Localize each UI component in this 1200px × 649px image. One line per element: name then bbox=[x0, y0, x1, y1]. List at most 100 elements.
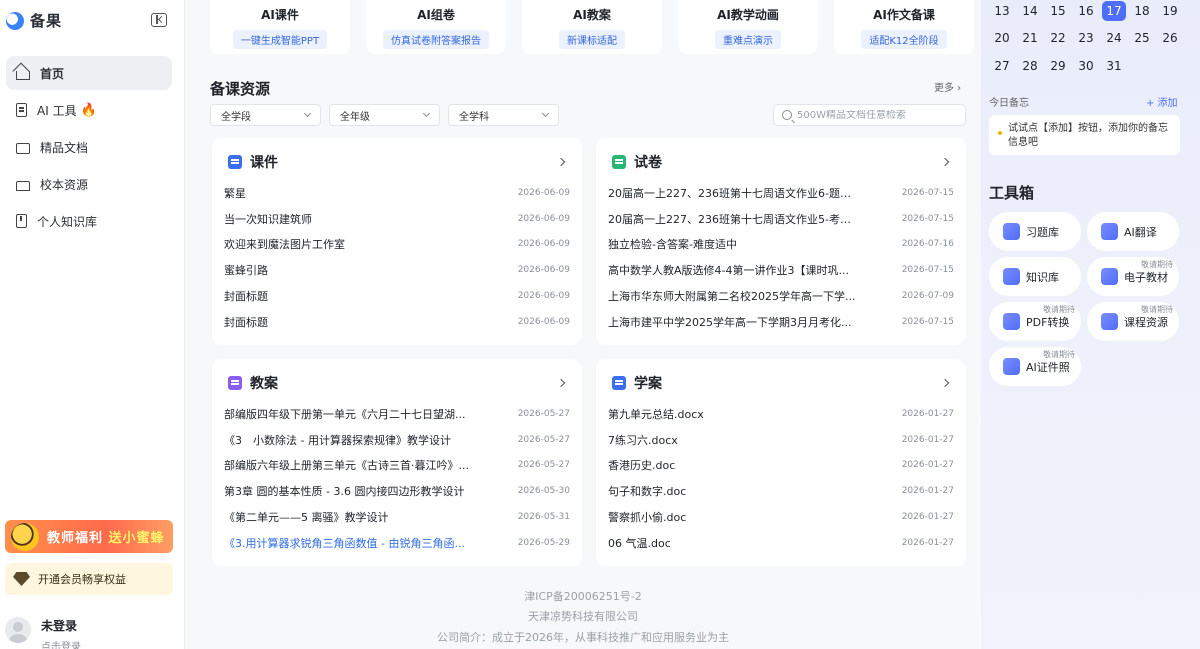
user-login[interactable]: 未登录 点击登录 bbox=[5, 617, 81, 649]
chevron-right-icon[interactable] bbox=[940, 157, 950, 167]
study-guide-icon bbox=[612, 376, 626, 390]
calendar-day[interactable]: 20 bbox=[990, 28, 1014, 48]
calendar-day[interactable]: 30 bbox=[1074, 56, 1098, 76]
tool-ai-translate[interactable]: AI翻译 bbox=[1087, 212, 1179, 251]
tool-question-bank[interactable]: 习题库 bbox=[989, 212, 1081, 251]
tool-ai-id-photo[interactable]: AI证件照 敬请期待 bbox=[989, 347, 1081, 386]
list-item[interactable]: 欢迎来到魔法图片工作室 2026-06-09 bbox=[224, 232, 570, 258]
sidebar: 备果 首页 AI 工具 🔥 精品文档 校本资源 个人知识库 教师福利 送小蜜蜂 bbox=[0, 0, 185, 649]
study-guide-panel: 学案 第九单元总结.docx 2026-01-27 7练习六.docx 2026-0… bbox=[596, 359, 966, 566]
panel-header[interactable]: 试卷 bbox=[608, 152, 954, 172]
login-link[interactable]: 点击登录 bbox=[41, 638, 81, 649]
list-item[interactable]: 蜜蜂引路 2026-06-09 bbox=[224, 257, 570, 283]
calendar-day[interactable]: 21 bbox=[1018, 28, 1042, 48]
teacher-benefit-banner[interactable]: 教师福利 送小蜜蜂 bbox=[5, 520, 173, 553]
list-item[interactable]: 上海市华东师大附属第二名校2025学年高一下学... 2026-07-09 bbox=[608, 283, 954, 309]
sidebar-item-school-resources[interactable]: 校本资源 bbox=[6, 167, 172, 201]
more-link[interactable]: 更多 › bbox=[934, 79, 961, 94]
coming-soon-badge: 敬请期待 bbox=[1141, 305, 1173, 314]
calendar-day bbox=[1130, 56, 1154, 76]
sidebar-nav: 首页 AI 工具 🔥 精品文档 校本资源 个人知识库 bbox=[6, 56, 172, 241]
calendar-day[interactable]: 16 bbox=[1074, 1, 1098, 21]
list-item[interactable]: 繁星 2026-06-09 bbox=[224, 180, 570, 206]
folder-icon bbox=[16, 142, 30, 154]
calendar-day[interactable]: 19 bbox=[1158, 1, 1182, 21]
list-item[interactable]: 7练习六.docx 2026-01-27 bbox=[608, 427, 954, 453]
sidebar-item-label: 个人知识库 bbox=[37, 214, 98, 229]
calendar-day[interactable]: 27 bbox=[990, 56, 1014, 76]
chevron-down-icon bbox=[541, 109, 550, 118]
grade-select[interactable]: 全年级 bbox=[329, 104, 440, 126]
panel-header[interactable]: 课件 bbox=[224, 152, 570, 172]
list-item[interactable]: 《3 小数除法 - 用计算器探索规律》教学设计 2026-05-27 bbox=[224, 427, 570, 453]
avatar bbox=[5, 617, 31, 643]
list-item[interactable]: 20届高一上227、236班第十七周语文作业5-考查... 2026-07-15 bbox=[608, 206, 954, 232]
list-item[interactable]: 封面标题 2026-06-09 bbox=[224, 309, 570, 335]
ai-exam-card[interactable]: AI组卷 仿真试卷附答案报告 bbox=[366, 0, 506, 54]
list-item[interactable]: 封面标题 2026-06-09 bbox=[224, 283, 570, 309]
calendar-week: 13 14 15 16 17 18 19 bbox=[990, 0, 1182, 25]
membership-button[interactable]: 开通会员畅享权益 bbox=[5, 563, 173, 595]
calendar-day[interactable]: 18 bbox=[1130, 1, 1154, 21]
calendar-day[interactable]: 13 bbox=[990, 1, 1014, 21]
list-item[interactable]: 警察抓小偷.doc 2026-01-27 bbox=[608, 504, 954, 530]
calendar-day[interactable]: 14 bbox=[1018, 1, 1042, 21]
list-item[interactable]: 句子和数字.doc 2026-01-27 bbox=[608, 478, 954, 504]
ai-courseware-card[interactable]: AI课件 一键生成智能PPT bbox=[210, 0, 350, 54]
subject-select[interactable]: 全学科 bbox=[448, 104, 559, 126]
list-item[interactable]: 06 气温.doc 2026-01-27 bbox=[608, 530, 954, 556]
stage-select[interactable]: 全学段 bbox=[210, 104, 321, 126]
knowledge-base-icon bbox=[1003, 268, 1020, 285]
calendar-day[interactable]: 28 bbox=[1018, 56, 1042, 76]
calendar-day[interactable]: 24 bbox=[1102, 28, 1126, 48]
sidebar-item-ai-tools[interactable]: AI 工具 🔥 bbox=[6, 93, 172, 127]
calendar-day[interactable]: 31 bbox=[1102, 56, 1126, 76]
tool-label: AI翻译 bbox=[1124, 225, 1157, 239]
list-item[interactable]: 上海市建平中学2025学年高一下学期3月月考化... 2026-07-15 bbox=[608, 309, 954, 335]
calendar-day[interactable]: 25 bbox=[1130, 28, 1154, 48]
calendar-day[interactable]: 29 bbox=[1046, 56, 1070, 76]
list-item[interactable]: 独立检验-含答案-难度适中 2026-07-16 bbox=[608, 232, 954, 258]
search-input[interactable] bbox=[797, 109, 957, 121]
collapse-sidebar-icon[interactable] bbox=[151, 13, 167, 27]
tool-e-textbook[interactable]: 电子教材 敬请期待 bbox=[1087, 257, 1179, 296]
sidebar-item-premium-docs[interactable]: 精品文档 bbox=[6, 130, 172, 164]
ai-animation-card[interactable]: AI教学动画 重难点演示 bbox=[678, 0, 818, 54]
list-item[interactable]: 20届高一上227、236班第十七周语文作业6-题库... 2026-07-15 bbox=[608, 180, 954, 206]
toolbox-title: 工具箱 bbox=[989, 184, 1035, 202]
add-memo-button[interactable]: + 添加 bbox=[1146, 94, 1178, 109]
logo[interactable]: 备果 bbox=[6, 10, 62, 31]
ai-lesson-plan-card[interactable]: AI教案 新课标适配 bbox=[522, 0, 662, 54]
tool-course-resources[interactable]: 课程资源 敬请期待 bbox=[1087, 302, 1179, 341]
chevron-right-icon[interactable] bbox=[556, 378, 566, 388]
calendar-day[interactable]: 15 bbox=[1046, 1, 1070, 21]
list-item[interactable]: 第3章 圆的基本性质 - 3.6 圆内接四边形教学设计 2026-05-30 bbox=[224, 478, 570, 504]
chevron-right-icon[interactable] bbox=[940, 378, 950, 388]
sidebar-item-label: 精品文档 bbox=[40, 140, 89, 155]
list-item[interactable]: 部编版六年级上册第三单元《古诗三首·暮江吟》... 2026-05-27 bbox=[224, 453, 570, 479]
calendar-day[interactable]: 23 bbox=[1074, 28, 1098, 48]
icp-record[interactable]: 津ICP备20006251号-2 bbox=[186, 588, 980, 604]
list-item[interactable]: 《3.用计算器求锐角三角函数值 - 由锐角三角函... 2026-05-29 bbox=[224, 530, 570, 556]
list-item[interactable]: 香港历史.doc 2026-01-27 bbox=[608, 453, 954, 479]
ai-essay-card[interactable]: AI作文备课 适配K12全阶段 bbox=[834, 0, 974, 54]
chevron-right-icon[interactable] bbox=[556, 157, 566, 167]
tool-pdf-convert[interactable]: PDF转换 敬请期待 bbox=[989, 302, 1081, 341]
list-item[interactable]: 《第二单元——5 离骚》教学设计 2026-05-31 bbox=[224, 504, 570, 530]
panel-header[interactable]: 学案 bbox=[608, 373, 954, 393]
sidebar-item-home[interactable]: 首页 bbox=[6, 56, 172, 90]
tool-knowledge-base[interactable]: 知识库 bbox=[989, 257, 1081, 296]
calendar-day[interactable]: 26 bbox=[1158, 28, 1182, 48]
sidebar-item-knowledge-base[interactable]: 个人知识库 bbox=[6, 204, 172, 238]
promo-text: 教师福利 送小蜜蜂 bbox=[47, 531, 165, 546]
list-item[interactable]: 第九单元总结.docx 2026-01-27 bbox=[608, 401, 954, 427]
panel-header[interactable]: 教案 bbox=[224, 373, 570, 393]
list-item[interactable]: 部编版四年级下册第一单元《六月二十七日望湖... 2026-05-27 bbox=[224, 401, 570, 427]
calendar-day-today[interactable]: 17 bbox=[1102, 0, 1126, 21]
panel-title: 课件 bbox=[250, 155, 278, 171]
calendar-day[interactable]: 22 bbox=[1046, 28, 1070, 48]
lesson-plan-icon bbox=[228, 376, 242, 390]
search-box bbox=[773, 104, 966, 126]
list-item[interactable]: 当一次知识建筑师 2026-06-09 bbox=[224, 206, 570, 232]
list-item[interactable]: 高中数学人教A版选修4-4第一讲作业3【课时巩... 2026-07-15 bbox=[608, 257, 954, 283]
